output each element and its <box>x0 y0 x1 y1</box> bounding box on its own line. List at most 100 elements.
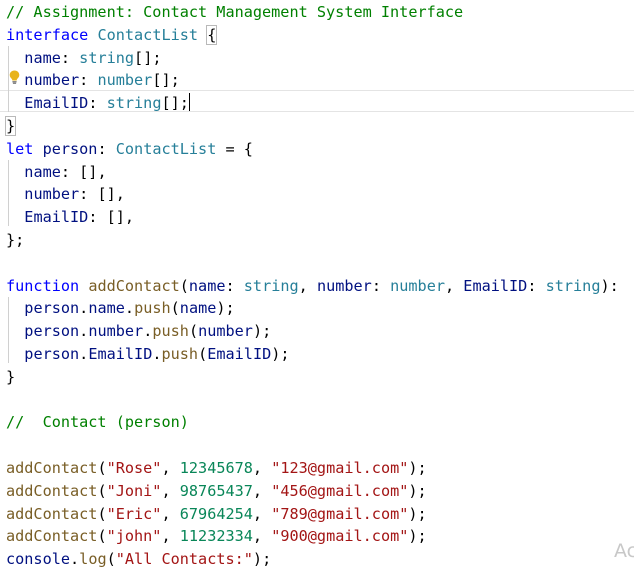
code-token-var: EmailID <box>24 208 89 227</box>
code-line[interactable]: addContact("Joni", 98765437, "456@gmail.… <box>6 480 427 502</box>
code-token-plain: ( <box>97 504 107 523</box>
code-token-plain: : [], <box>60 162 107 181</box>
code-token-string: "456@gmail.com" <box>271 481 409 500</box>
code-token-type: string <box>79 48 135 67</box>
code-line[interactable]: // Contact (person) <box>6 411 189 433</box>
code-token-plain: ); <box>408 504 427 523</box>
code-token-plain: ); <box>216 299 235 318</box>
code-line[interactable]: number: number[]; <box>6 69 179 91</box>
code-token-plain: ( <box>179 276 189 295</box>
code-token-plain: , <box>161 459 180 477</box>
code-line[interactable]: addContact("Rose", 12345678, "123@gmail.… <box>6 457 427 479</box>
code-token-plain: , <box>161 504 180 523</box>
code-token-var: EmailID <box>24 94 89 113</box>
code-token-var: number <box>24 71 80 90</box>
code-token-var: name <box>188 276 226 295</box>
code-token-plain: ( <box>170 299 180 318</box>
code-line[interactable]: addContact("Eric", 67964254, "789@gmail.… <box>6 503 427 525</box>
code-token-func: addContact <box>6 459 98 477</box>
code-token-type: string <box>106 94 162 113</box>
code-token-plain: : <box>88 94 107 113</box>
code-token-var: number <box>316 276 372 295</box>
code-line[interactable]: number: [], <box>6 183 125 205</box>
code-token-func: push <box>134 299 171 318</box>
code-token-var: number <box>198 322 253 341</box>
code-token-plain: . <box>152 345 162 363</box>
code-line[interactable]: function addContact(name: string, number… <box>6 275 619 297</box>
code-token-plain: ); <box>252 322 272 341</box>
code-token-var: name <box>88 299 125 318</box>
code-token-plain: , <box>161 481 180 500</box>
code-token-plain: ( <box>97 481 107 500</box>
watermark-text: Ac <box>614 540 634 562</box>
code-token-string: "All Contacts:" <box>115 550 253 569</box>
code-line[interactable]: EmailID: string[]; <box>6 92 191 114</box>
code-token-number: 98765437 <box>179 481 253 500</box>
code-line[interactable]: EmailID: [], <box>6 206 134 228</box>
code-token-var: person <box>42 139 98 158</box>
code-line[interactable]: } <box>6 366 15 388</box>
code-token-var: console <box>6 550 71 569</box>
code-line[interactable]: name: string[]; <box>6 47 161 69</box>
code-token-comment: // Assignment: Contact Management System… <box>6 3 464 21</box>
code-line[interactable]: person.name.push(name); <box>6 297 235 319</box>
code-token-plain: . <box>143 322 153 341</box>
code-line[interactable]: name: [], <box>6 161 107 183</box>
code-token-plain: ( <box>97 459 107 477</box>
code-token-func: log <box>79 550 107 569</box>
code-token-type: number <box>390 276 445 295</box>
code-token-plain: = { <box>216 139 253 158</box>
code-token-plain: , <box>298 276 317 295</box>
code-token-number: 11232334 <box>179 527 253 546</box>
code-token-plain: , <box>161 527 180 546</box>
code-line[interactable]: let person: ContactList = { <box>6 138 253 160</box>
code-token-number: 67964254 <box>179 504 253 523</box>
code-line[interactable]: console.log("All Contacts:"); <box>6 548 271 570</box>
code-line[interactable]: person.EmailID.push(EmailID); <box>6 343 290 365</box>
code-line[interactable]: } <box>4 115 17 137</box>
code-token-plain: ( <box>198 345 208 363</box>
code-token-plain: . <box>79 322 89 341</box>
code-token-plain: : <box>527 276 546 295</box>
lightbulb-icon[interactable] <box>9 70 20 84</box>
code-token-plain: , <box>252 527 272 546</box>
code-token-plain: ); <box>408 527 427 546</box>
code-token-plain: : <box>97 139 116 158</box>
code-token-comment: // Contact (person) <box>6 413 189 432</box>
code-token-func: push <box>161 345 199 363</box>
code-token-number: 12345678 <box>179 459 253 477</box>
code-token-plain: ); <box>271 345 290 363</box>
code-token-plain: : [], <box>88 208 135 227</box>
code-editor[interactable]: // Assignment: Contact Management System… <box>0 0 634 570</box>
code-token-func: addContact <box>6 481 98 500</box>
code-token-plain: ( <box>106 550 116 569</box>
code-token-plain: ): <box>600 276 619 295</box>
code-token-keyword: let <box>6 139 34 158</box>
code-token-plain: , <box>445 276 464 295</box>
code-line[interactable]: person.number.push(number); <box>6 320 271 342</box>
code-token-func: addContact <box>6 527 98 546</box>
code-token-var: person <box>24 322 80 341</box>
code-token-plain: , <box>252 504 272 523</box>
code-token-string: "Joni" <box>106 481 162 500</box>
code-token-string: "Rose" <box>106 459 162 477</box>
code-token-string: "john" <box>106 527 162 546</box>
code-line[interactable]: interface ContactList { <box>6 24 218 46</box>
code-line[interactable]: // Assignment: Contact Management System… <box>6 1 463 23</box>
code-token-type: ContactList <box>115 139 217 158</box>
code-line[interactable]: addContact("john", 11232334, "900@gmail.… <box>6 525 427 547</box>
code-token-plain: , <box>252 481 272 500</box>
code-line[interactable]: }; <box>6 229 24 251</box>
code-token-plain: ( <box>188 322 199 341</box>
code-token-plain: : <box>225 276 244 295</box>
code-token-plain: ); <box>408 459 427 477</box>
code-token-var: number <box>88 322 144 341</box>
code-token-var: person <box>24 299 80 318</box>
code-token-func: addContact <box>6 504 98 523</box>
